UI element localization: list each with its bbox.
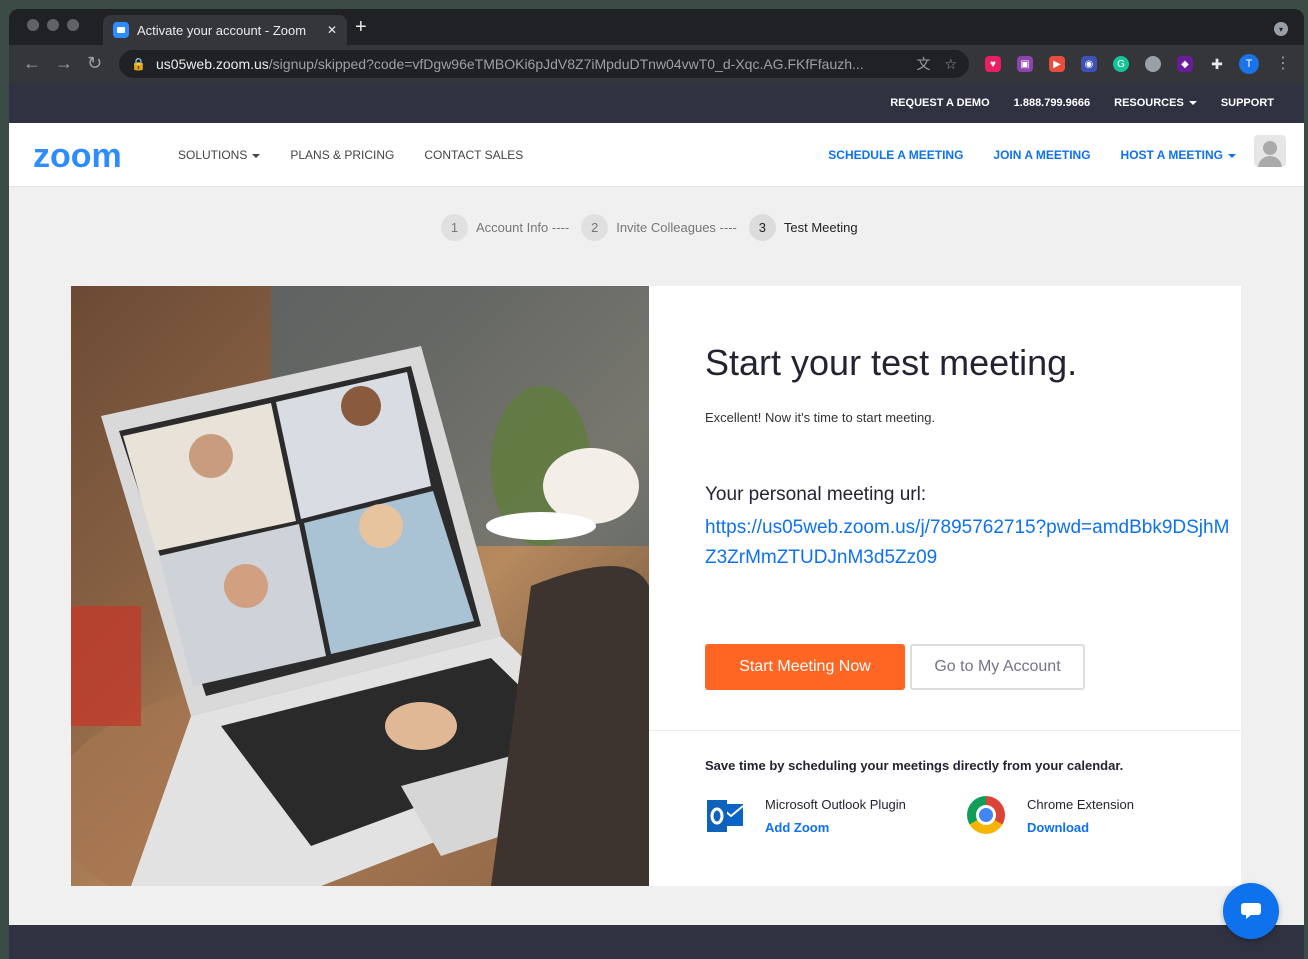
top-utility-bar: REQUEST A DEMO 1.888.799.9666 RESOURCES … <box>9 83 1304 123</box>
step-number: 3 <box>748 214 776 241</box>
chrome-icon <box>967 796 1005 834</box>
step-number: 2 <box>581 214 609 241</box>
chrome-extension: Chrome Extension Download <box>967 796 1134 835</box>
chrome-extension-name: Chrome Extension <box>1027 797 1134 812</box>
plans-pricing-link[interactable]: PLANS & PRICING <box>290 148 394 162</box>
zoom-page: REQUEST A DEMO 1.888.799.9666 RESOURCES … <box>9 83 1304 959</box>
profile-avatar[interactable]: T <box>1239 54 1259 74</box>
tab-search-icon[interactable]: ▾ <box>1274 22 1288 36</box>
resources-label: RESOURCES <box>1114 97 1184 109</box>
minimize-window-button[interactable] <box>47 19 59 31</box>
schedule-meeting-link[interactable]: SCHEDULE A MEETING <box>828 148 963 162</box>
personal-meeting-url-link[interactable]: https://us05web.zoom.us/j/7895762715?pwd… <box>705 513 1240 573</box>
user-avatar[interactable] <box>1254 135 1286 167</box>
phone-link[interactable]: 1.888.799.9666 <box>1014 97 1090 109</box>
contact-sales-link[interactable]: CONTACT SALES <box>424 148 523 162</box>
chevron-down-icon <box>252 153 261 158</box>
extension-bubble-icon[interactable] <box>1145 56 1161 72</box>
host-meeting-menu[interactable]: HOST A MEETING <box>1121 148 1236 162</box>
laptop-illustration <box>71 286 649 886</box>
main-navigation: zoom SOLUTIONS PLANS & PRICING CONTACT S… <box>9 123 1304 187</box>
start-meeting-now-button[interactable]: Start Meeting Now <box>705 644 905 690</box>
outlook-plugin-name: Microsoft Outlook Plugin <box>765 797 906 812</box>
url-path: /signup/skipped?code=vfDgw96eTMBOKi6pJdV… <box>268 56 864 72</box>
outlook-plugin: Microsoft Outlook Plugin Add Zoom <box>705 796 906 836</box>
request-demo-link[interactable]: REQUEST A DEMO <box>890 97 989 109</box>
bookmark-star-icon[interactable]: ☆ <box>944 56 957 73</box>
address-bar: ← → ↻ 🔒 us05web.zoom.us /signup/skipped?… <box>9 45 1304 83</box>
zoom-favicon-icon <box>113 22 129 38</box>
close-window-button[interactable] <box>27 19 39 31</box>
extension-video-icon[interactable]: ▶ <box>1049 56 1065 72</box>
chat-support-button[interactable] <box>1223 883 1279 939</box>
chevron-down-icon <box>1188 101 1197 106</box>
extensions-puzzle-icon[interactable]: ✚ <box>1209 56 1225 72</box>
nav-right-links: SCHEDULE A MEETING JOIN A MEETING HOST A… <box>828 148 1236 162</box>
chevron-down-icon <box>1228 153 1236 158</box>
resources-menu[interactable]: RESOURCES <box>1114 97 1197 109</box>
step-label: Invite Colleagues ---- <box>616 220 737 235</box>
video-call-laptop-image <box>71 286 649 886</box>
close-icon[interactable]: ✕ <box>327 23 337 37</box>
test-meeting-card: Start your test meeting. Excellent! Now … <box>649 286 1241 886</box>
translate-icon[interactable]: 文 <box>916 54 930 74</box>
reload-icon[interactable]: ↻ <box>87 53 102 73</box>
add-zoom-link[interactable]: Add Zoom <box>765 820 906 835</box>
step-number: 1 <box>441 214 468 241</box>
go-to-my-account-button[interactable]: Go to My Account <box>910 644 1085 690</box>
divider <box>649 730 1241 731</box>
browser-tab-active[interactable]: Activate your account - Zoom ✕ <box>103 15 347 45</box>
extension-camera-icon[interactable]: ◉ <box>1081 56 1097 72</box>
download-link[interactable]: Download <box>1027 820 1134 835</box>
lock-icon[interactable]: 🔒 <box>131 57 146 71</box>
step-active: 3 Test Meeting <box>748 214 870 241</box>
tab-bar: Activate your account - Zoom ✕ + ▾ <box>9 9 1304 45</box>
new-tab-plus-icon[interactable]: + <box>355 17 367 37</box>
back-arrow-icon[interactable]: ← <box>23 53 41 73</box>
zoom-logo[interactable]: zoom <box>33 137 122 176</box>
url-host: us05web.zoom.us <box>155 56 269 72</box>
chat-bubble-icon <box>1241 903 1261 919</box>
extension-photo-icon[interactable]: ▣ <box>1017 56 1033 72</box>
signup-steps: 1 Account Info ---- 2 Invite Colleagues … <box>441 214 870 241</box>
browser-menu-icon[interactable]: ⋮ <box>1275 53 1291 73</box>
calendar-note: Save time by scheduling your meetings di… <box>705 758 1124 773</box>
browser-window: Activate your account - Zoom ✕ + ▾ ← → ↻… <box>9 9 1304 959</box>
outlook-icon <box>705 796 745 836</box>
tab-title: Activate your account - Zoom <box>137 22 307 38</box>
page-title: Start your test meeting. <box>705 342 1078 383</box>
solutions-label: SOLUTIONS <box>178 148 248 162</box>
card-subtitle: Excellent! Now it's time to start meetin… <box>705 410 936 425</box>
step-label: Account Info ---- <box>476 220 570 235</box>
footer-bar <box>9 925 1304 959</box>
forward-arrow-icon[interactable]: → <box>55 53 73 73</box>
extension-heart-icon[interactable]: ♥ <box>985 56 1001 72</box>
solutions-menu[interactable]: SOLUTIONS <box>178 148 261 162</box>
nav-left-links: SOLUTIONS PLANS & PRICING CONTACT SALES <box>178 148 523 162</box>
extension-cube-icon[interactable]: ◆ <box>1177 56 1193 72</box>
meeting-url-label: Your personal meeting url: <box>705 484 927 505</box>
join-meeting-link[interactable]: JOIN A MEETING <box>993 148 1090 162</box>
grammarly-icon[interactable]: G <box>1113 56 1129 72</box>
url-input[interactable]: 🔒 us05web.zoom.us /signup/skipped?code=v… <box>119 50 969 78</box>
host-meeting-label: HOST A MEETING <box>1120 148 1223 162</box>
maximize-window-button[interactable] <box>67 19 79 31</box>
support-link[interactable]: SUPPORT <box>1221 97 1274 109</box>
step-label: Test Meeting <box>783 220 858 235</box>
